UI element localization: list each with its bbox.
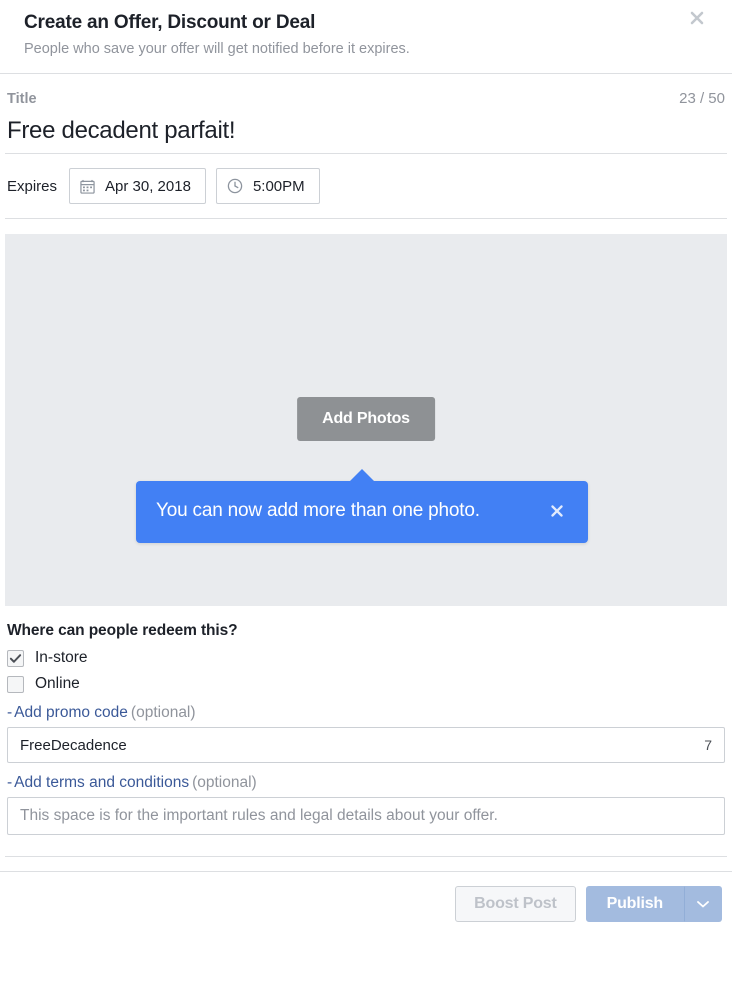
terms-optional-label: (optional) <box>192 774 257 791</box>
dialog-content: Title 23 / 50 Free decadent parfait! Exp… <box>0 74 732 857</box>
title-input-wrapper[interactable]: Free decadent parfait! <box>5 113 727 154</box>
calendar-icon <box>80 179 95 194</box>
chevron-down-icon <box>697 895 709 913</box>
promo-code-input[interactable]: FreeDecadence 7 <box>7 727 725 763</box>
dialog-footer: Boost Post Publish <box>0 871 732 935</box>
terms-toggle-row: - Add terms and conditions (optional) <box>7 774 725 792</box>
promo-code-toggle-row: - Add promo code (optional) <box>7 704 725 722</box>
close-icon[interactable] <box>685 6 709 30</box>
dialog-header: Create an Offer, Discount or Deal People… <box>0 0 732 74</box>
expiry-date-picker[interactable]: Apr 30, 2018 <box>69 168 206 204</box>
title-char-counter: 23 / 50 <box>679 90 725 107</box>
clock-icon <box>227 178 243 194</box>
terms-placeholder: This space is for the important rules an… <box>20 807 498 824</box>
terms-textarea[interactable]: This space is for the important rules an… <box>7 797 725 835</box>
add-photos-tooltip: You can now add more than one photo. <box>136 469 588 543</box>
checkbox-in-store[interactable] <box>7 649 24 667</box>
tooltip-close-icon[interactable] <box>547 501 567 521</box>
photo-upload-area[interactable]: Add Photos You can now add more than one… <box>5 234 727 606</box>
promo-code-counter: 7 <box>704 737 712 753</box>
dialog-subtitle: People who save your offer will get noti… <box>24 41 410 57</box>
redeem-option-label: Online <box>35 675 80 692</box>
expiry-time-value: 5:00PM <box>252 177 305 195</box>
expires-row: Expires Apr 30, 2018 5:00PM <box>5 154 727 219</box>
checkbox-online[interactable] <box>7 675 24 693</box>
redeem-heading: Where can people redeem this? <box>7 622 238 639</box>
tooltip-arrow <box>349 469 375 482</box>
page-title: Create an Offer, Discount or Deal <box>24 12 316 33</box>
title-field-header: Title 23 / 50 <box>5 74 727 107</box>
add-photos-button[interactable]: Add Photos <box>297 397 435 441</box>
add-promo-code-link[interactable]: Add promo code <box>14 704 128 721</box>
terms-toggle-sign[interactable]: - <box>7 774 12 791</box>
redeem-option-online[interactable]: Online <box>7 675 725 693</box>
expiry-time-picker[interactable]: 5:00PM <box>215 168 320 204</box>
expires-label: Expires <box>7 177 58 195</box>
expiry-date-value: Apr 30, 2018 <box>105 177 191 195</box>
redeem-option-in-store[interactable]: In-store <box>7 649 725 667</box>
promo-toggle-sign[interactable]: - <box>7 704 12 721</box>
tooltip-text: You can now add more than one photo. <box>156 500 480 521</box>
promo-code-value: FreeDecadence <box>20 736 127 754</box>
publish-dropdown-button[interactable] <box>684 885 722 922</box>
publish-button[interactable]: Publish <box>585 885 684 922</box>
boost-post-button[interactable]: Boost Post <box>455 885 576 922</box>
promo-optional-label: (optional) <box>130 704 196 721</box>
redeem-section: Where can people redeem this? In-store O… <box>5 606 727 835</box>
add-terms-link[interactable]: Add terms and conditions <box>14 774 189 791</box>
redeem-option-label: In-store <box>35 649 88 666</box>
title-label: Title <box>7 91 37 107</box>
publish-button-group: Publish <box>585 885 722 922</box>
title-input[interactable]: Free decadent parfait! <box>7 115 725 147</box>
content-divider <box>5 856 727 857</box>
